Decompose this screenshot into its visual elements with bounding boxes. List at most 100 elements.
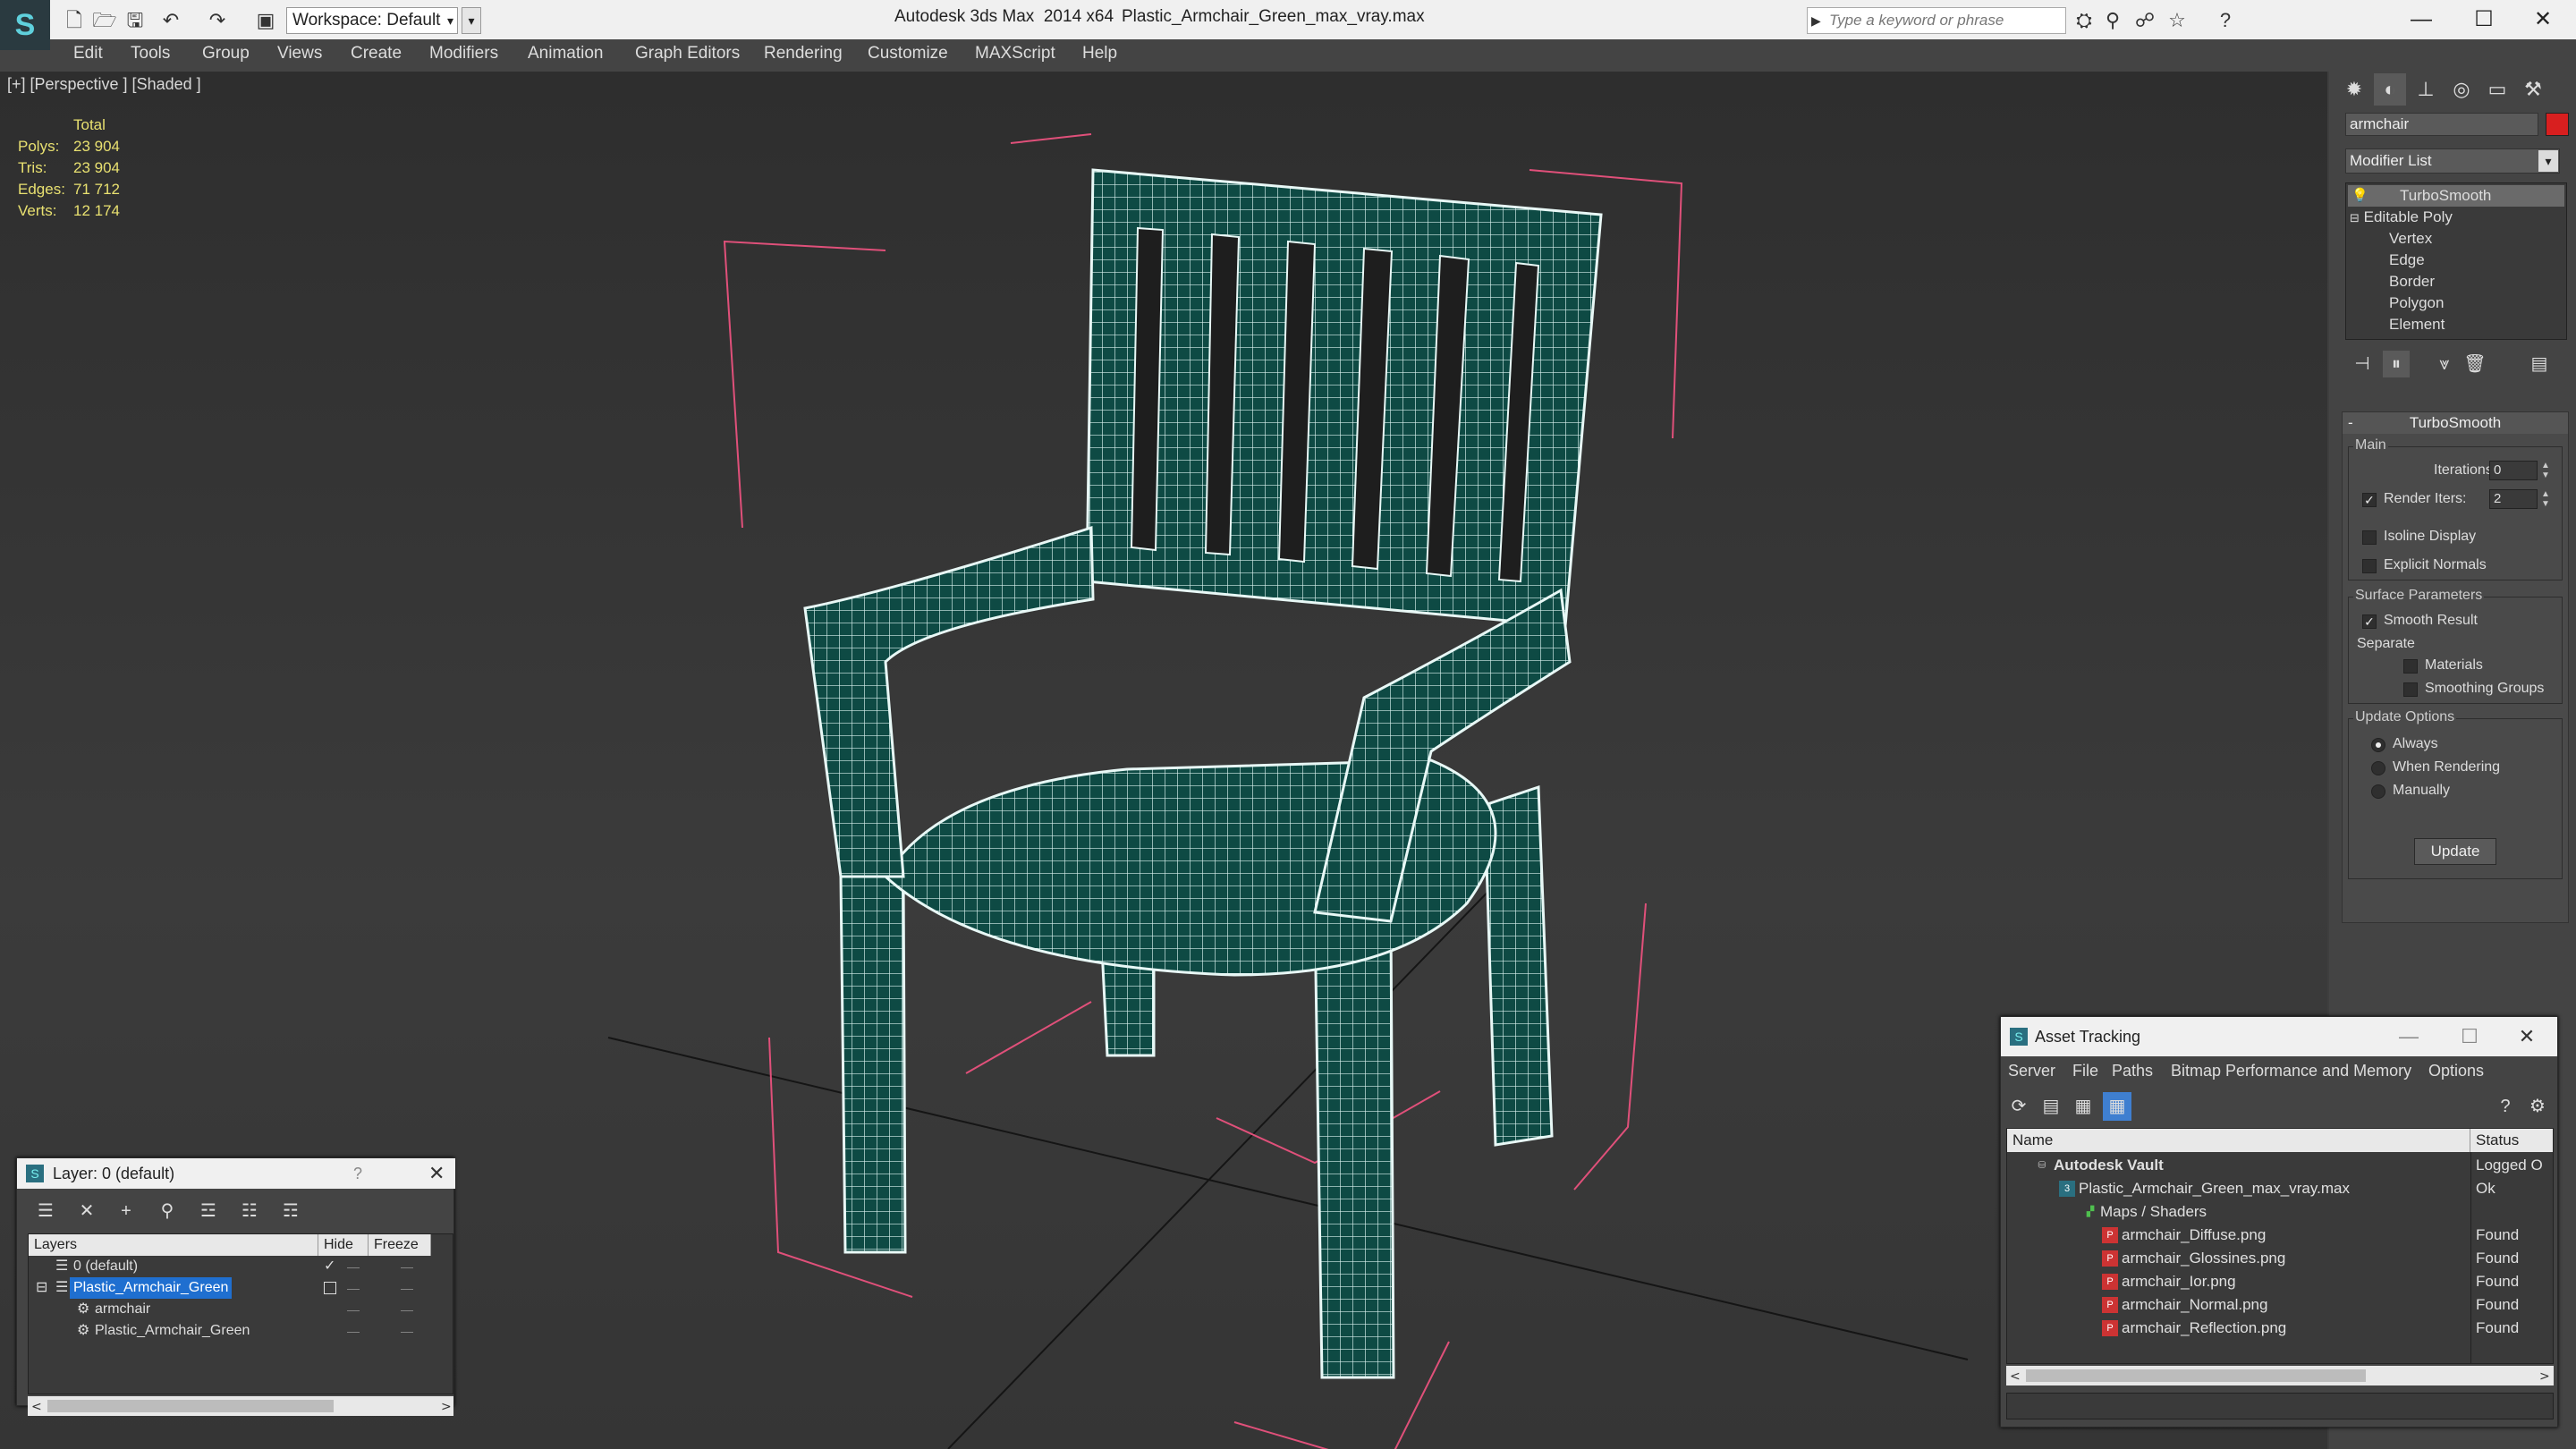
show-end-result-icon[interactable]: ⏸: [2383, 351, 2410, 377]
stack-item-editable-poly[interactable]: ⊟ Editable Poly: [2350, 207, 2453, 228]
freeze-toggle[interactable]: —: [401, 1256, 413, 1277]
render-iters-spinner[interactable]: 2: [2489, 489, 2538, 509]
menu-modifiers[interactable]: Modifiers: [429, 44, 498, 64]
utilities-tab-icon[interactable]: ⚒: [2517, 73, 2549, 106]
highlight-layer-icon[interactable]: ☲: [194, 1198, 223, 1224]
freeze-toggle[interactable]: —: [401, 1299, 413, 1320]
stack-subobject-polygon[interactable]: Polygon: [2389, 292, 2444, 314]
binoculars-icon[interactable]: ⛭: [2072, 9, 2097, 32]
app-logo-icon[interactable]: S: [0, 0, 50, 50]
menu-paths[interactable]: Paths: [2112, 1062, 2153, 1080]
maximize-icon[interactable]: ☐: [2443, 1017, 2496, 1056]
help-icon[interactable]: ?: [2213, 9, 2238, 32]
hide-toggle[interactable]: —: [347, 1320, 360, 1342]
asset-path-field[interactable]: [2006, 1393, 2554, 1419]
menu-animation[interactable]: Animation: [528, 44, 604, 64]
rollout-title[interactable]: TurboSmooth: [2343, 412, 2568, 434]
thumbnail-view-icon[interactable]: ▦: [2069, 1092, 2097, 1121]
communication-icon[interactable]: ☍: [2132, 9, 2157, 32]
motion-tab-icon[interactable]: ◎: [2445, 73, 2478, 106]
delete-layer-icon[interactable]: ✕: [72, 1198, 101, 1224]
object-color-swatch[interactable]: [2546, 113, 2569, 136]
pin-stack-icon[interactable]: ⊣: [2349, 351, 2376, 377]
spinner-arrows-icon[interactable]: ▲ ▼: [2539, 461, 2552, 480]
horizontal-scrollbar[interactable]: < >: [28, 1396, 453, 1416]
new-layer-icon[interactable]: ☰: [31, 1198, 60, 1224]
menu-views[interactable]: Views: [277, 44, 322, 64]
configure-sets-icon[interactable]: ▤: [2526, 351, 2553, 377]
search-input[interactable]: ▶ Type a keyword or phrase: [1807, 7, 2066, 34]
workspace-dropdown[interactable]: Workspace: Default ▾: [286, 7, 458, 34]
collapse-icon[interactable]: -: [2348, 412, 2353, 434]
stack-subobject-border[interactable]: Border: [2389, 271, 2435, 292]
explicit-normals-checkbox[interactable]: [2362, 559, 2377, 573]
create-tab-icon[interactable]: ✹: [2338, 73, 2370, 106]
materials-checkbox[interactable]: [2403, 659, 2418, 674]
name-column-header[interactable]: Name: [2007, 1129, 2470, 1152]
menu-bitmap-performance[interactable]: Bitmap Performance and Memory: [2171, 1062, 2411, 1080]
open-file-icon[interactable]: 🗁: [91, 9, 118, 32]
layer-window-title[interactable]: Layer: 0 (default): [17, 1158, 455, 1189]
layer-row[interactable]: ☰ 0 (default) ✓ — —: [29, 1256, 453, 1277]
menu-options[interactable]: Options: [2428, 1062, 2484, 1080]
display-tab-icon[interactable]: ▭: [2481, 73, 2513, 106]
hierarchy-tab-icon[interactable]: ⊥: [2410, 73, 2442, 106]
layer-row[interactable]: ⚙ armchair — —: [29, 1299, 453, 1320]
stack-subobject-element[interactable]: Element: [2389, 314, 2445, 335]
refresh-icon[interactable]: ⟳: [2004, 1092, 2033, 1121]
redo-icon[interactable]: ↷: [204, 9, 231, 32]
undo-icon[interactable]: ↶: [157, 9, 184, 32]
close-button[interactable]: ✕: [2510, 0, 2576, 39]
close-icon[interactable]: ✕: [2500, 1017, 2554, 1056]
manually-radio[interactable]: [2371, 784, 2385, 799]
hide-toggle[interactable]: —: [347, 1256, 360, 1277]
save-file-icon[interactable]: 🖫: [122, 9, 148, 32]
stack-item-turbosmooth[interactable]: 💡 TurboSmooth: [2348, 185, 2564, 207]
stack-subobject-vertex[interactable]: Vertex: [2389, 228, 2432, 250]
hide-toggle[interactable]: —: [347, 1277, 360, 1299]
render-iters-checkbox[interactable]: ✓: [2362, 493, 2377, 507]
lightbulb-icon[interactable]: 💡: [2351, 185, 2368, 207]
smoothing-groups-checkbox[interactable]: [2403, 682, 2418, 697]
freeze-all-icon[interactable]: ☶: [276, 1198, 305, 1224]
menu-edit[interactable]: Edit: [73, 44, 103, 64]
list-view-icon[interactable]: ▤: [2037, 1092, 2065, 1121]
layers-column-header[interactable]: Layers: [29, 1234, 318, 1256]
hide-column-header[interactable]: Hide: [318, 1234, 369, 1256]
horizontal-scrollbar[interactable]: < >: [2006, 1366, 2554, 1385]
freeze-toggle[interactable]: —: [401, 1277, 413, 1299]
workspace-menu-button[interactable]: ▾: [462, 7, 481, 34]
menu-file[interactable]: File: [2072, 1062, 2098, 1080]
minimize-button[interactable]: —: [2388, 0, 2454, 39]
hide-toggle[interactable]: —: [347, 1299, 360, 1320]
menu-group[interactable]: Group: [202, 44, 250, 64]
favorites-icon[interactable]: ☆: [2165, 9, 2190, 32]
menu-customize[interactable]: Customize: [868, 44, 948, 64]
menu-server[interactable]: Server: [2008, 1062, 2055, 1080]
layer-row[interactable]: ⚙ Plastic_Armchair_Green — —: [29, 1320, 453, 1342]
subscription-icon[interactable]: ⚲: [2100, 9, 2125, 32]
remove-modifier-icon[interactable]: 🗑: [2462, 351, 2488, 377]
always-radio[interactable]: [2371, 738, 2385, 752]
add-to-layer-icon[interactable]: +: [112, 1198, 140, 1224]
menu-help[interactable]: Help: [1082, 44, 1117, 64]
object-name-field[interactable]: armchair: [2345, 113, 2538, 136]
menu-create[interactable]: Create: [351, 44, 402, 64]
new-file-icon[interactable]: 🗋: [61, 9, 88, 32]
when-rendering-radio[interactable]: [2371, 761, 2385, 775]
chevron-down-icon[interactable]: ▾: [2538, 150, 2558, 172]
freeze-column-header[interactable]: Freeze: [369, 1234, 431, 1256]
modifier-list-dropdown[interactable]: Modifier List: [2345, 148, 2560, 174]
minimize-icon[interactable]: —: [2382, 1017, 2436, 1056]
smooth-result-checkbox[interactable]: ✓: [2362, 614, 2377, 629]
maximize-button[interactable]: ☐: [2451, 0, 2517, 39]
stack-subobject-edge[interactable]: Edge: [2389, 250, 2425, 271]
spinner-arrows-icon[interactable]: ▲ ▼: [2539, 489, 2552, 509]
modify-tab-icon[interactable]: ◐: [2374, 73, 2406, 106]
make-unique-icon[interactable]: ⩔: [2431, 351, 2458, 377]
project-folder-icon[interactable]: ▣: [252, 9, 279, 32]
collapse-icon[interactable]: ⊟: [2350, 211, 2360, 225]
iterations-spinner[interactable]: 0: [2489, 461, 2538, 480]
table-view-icon[interactable]: ▦: [2103, 1092, 2131, 1121]
collapse-icon[interactable]: ⊟: [36, 1277, 47, 1299]
